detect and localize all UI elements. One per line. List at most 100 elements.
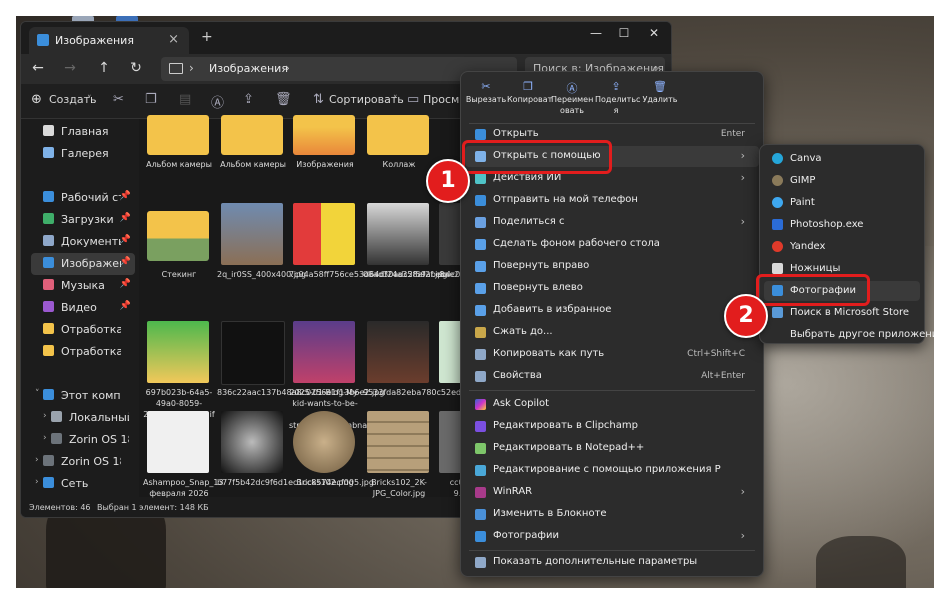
sidebar-item-zorin-drive[interactable]: › Zorin OS 18 Core [31, 451, 135, 473]
sidebar-item-home[interactable]: Главная [31, 121, 135, 143]
cut-icon[interactable]: ✂ [113, 92, 124, 107]
menu-item-send-to-phone[interactable]: Отправить на мой телефон [465, 190, 759, 211]
image-thumbnail [221, 411, 283, 473]
pin-icon[interactable]: 📌 [120, 235, 131, 245]
chevron-down-icon[interactable]: ˅ [35, 389, 40, 399]
image-thumbnail [293, 203, 355, 265]
menu-item-share-with[interactable]: Поделиться с › [465, 212, 759, 233]
pin-icon[interactable]: 📌 [120, 257, 131, 267]
copy-icon[interactable]: ❐ [145, 92, 157, 107]
submenu-item-store[interactable]: Поиск в Microsoft Store [764, 303, 920, 323]
submenu-item-photoshop[interactable]: Photoshop.exe [764, 215, 920, 235]
more-options-icon [475, 557, 486, 568]
chevron-right-icon[interactable]: › [43, 433, 47, 443]
menu-item-photos[interactable]: Фотографии › [465, 526, 759, 547]
submenu-item-gimp[interactable]: GIMP [764, 171, 920, 191]
chevron-right-icon[interactable]: › [43, 411, 47, 421]
drive-icon [51, 433, 62, 444]
up-arrow-icon[interactable]: ↑ [93, 60, 115, 76]
menu-item-show-more[interactable]: Показать дополнительные параметры [465, 552, 759, 573]
minimize-button[interactable]: — [583, 26, 609, 40]
pin-icon[interactable]: 📌 [120, 191, 131, 201]
sidebar-item-local-disk[interactable]: › Локальный диск [39, 407, 135, 429]
submenu-item-yandex[interactable]: Yandex [764, 237, 920, 257]
menu-item-rotate-right[interactable]: Повернуть вправо [465, 256, 759, 277]
menu-item-winrar[interactable]: WinRAR › [465, 482, 759, 503]
item-count: Элементов: 46 [29, 503, 91, 512]
share-button[interactable]: ⇪ Поделитьс я [595, 80, 640, 116]
copy-button[interactable]: ❐ Копироват [507, 80, 552, 105]
menu-item-label: Редактировать в Notepad++ [493, 442, 645, 453]
delete-icon[interactable]: 🗑 [275, 92, 292, 107]
file-name: Bricks102.png [296, 478, 354, 487]
rename-icon[interactable]: Ⓐ [211, 92, 224, 111]
chevron-right-icon[interactable]: › [189, 61, 194, 75]
menu-item-add-favorite[interactable]: Добавить в избранное [465, 300, 759, 321]
paste-icon[interactable]: ▤ [179, 92, 191, 107]
forward-arrow-icon[interactable]: → [59, 60, 81, 76]
close-window-button[interactable]: ✕ [641, 26, 667, 40]
menu-item-ask-copilot[interactable]: Ask Copilot [465, 394, 759, 415]
gimp-icon [772, 175, 783, 186]
chevron-right-icon[interactable]: › [35, 455, 39, 465]
sidebar-item-zorin-drive[interactable]: › Zorin OS 18 Core [39, 429, 135, 451]
open-with-submenu: Canva GIMP Paint Photoshop.exe Yandex Но… [759, 144, 934, 345]
pin-icon[interactable]: 📌 [120, 301, 131, 311]
new-tab-button[interactable]: + [201, 29, 213, 45]
menu-item-compress[interactable]: Сжать до...› [465, 322, 759, 343]
share-icon[interactable]: ⇪ [243, 92, 254, 107]
menu-item-notepadpp[interactable]: Редактировать в Notepad++ [465, 438, 759, 459]
folder-icon [147, 115, 209, 155]
chevron-right-icon[interactable]: › [285, 61, 290, 75]
photos-icon [475, 531, 486, 542]
pin-icon[interactable]: 📌 [120, 279, 131, 289]
sidebar-item-downloads[interactable]: Загрузки 📌 [31, 209, 135, 231]
menu-item-rotate-left[interactable]: Повернуть влево [465, 278, 759, 299]
image-thumbnail [293, 321, 355, 383]
image-thumbnail [367, 321, 429, 383]
menu-item-notepad[interactable]: Изменить в Блокноте [465, 504, 759, 525]
image-thumbnail [221, 321, 285, 385]
submenu-item-paint[interactable]: Paint [764, 193, 920, 213]
submenu-item-choose-other[interactable]: Выбрать другое приложение [764, 325, 934, 345]
delete-button[interactable]: 🗑 Удалить [639, 80, 681, 105]
breadcrumb[interactable]: Изображения [209, 62, 288, 75]
menu-item-clipchamp[interactable]: Редактировать в Clipchamp [465, 416, 759, 437]
menu-item-set-wallpaper[interactable]: Сделать фоном рабочего стола [465, 234, 759, 255]
image-thumbnail [367, 203, 429, 265]
chevron-right-icon[interactable]: › [35, 477, 39, 487]
pin-icon[interactable]: 📌 [120, 213, 131, 223]
sidebar-item-folder[interactable]: Отработка [31, 319, 135, 341]
computer-icon [43, 389, 54, 400]
chevron-down-icon[interactable]: ˅ [87, 95, 92, 105]
back-arrow-icon[interactable]: ← [27, 60, 49, 76]
sidebar-item-pictures[interactable]: Изображения📌 [31, 253, 135, 275]
menu-item-label: Редактирование с помощью приложения Р [493, 464, 721, 475]
sidebar-item-videos[interactable]: Видео 📌 [31, 297, 135, 319]
sidebar-item-this-pc[interactable]: ˅ Этот компьютер [31, 385, 135, 407]
sidebar-item-music[interactable]: Музыка 📌 [31, 275, 135, 297]
sidebar-item-desktop[interactable]: Рабочий стол📌 [31, 187, 135, 209]
file-name: Альбом камеры [220, 160, 286, 169]
menu-item-properties[interactable]: Свойства Alt+Enter [465, 366, 759, 387]
file-name: Коллаж [382, 160, 416, 169]
menu-item-edit-with-app[interactable]: Редактирование с помощью приложения Р [465, 460, 759, 481]
wallpaper-tree [816, 536, 906, 588]
clipchamp-icon [475, 421, 486, 432]
chevron-down-icon[interactable]: ˅ [393, 95, 398, 105]
menu-item-copy-path[interactable]: Копировать как путь Ctrl+Shift+C [465, 344, 759, 365]
menu-item-label: Поделиться с [493, 216, 565, 227]
maximize-button[interactable]: ☐ [611, 26, 637, 40]
sidebar-item-folder[interactable]: Отработка [31, 341, 135, 363]
submenu-item-canva[interactable]: Canva [764, 149, 920, 169]
submenu-item-label: Поиск в Microsoft Store [790, 307, 910, 318]
cut-button[interactable]: ✂ Вырезать [465, 80, 507, 105]
sidebar-item-network[interactable]: › Сеть [31, 473, 135, 495]
tab-images[interactable]: Изображения × [29, 27, 189, 54]
sidebar-item-documents[interactable]: Документы 📌 [31, 231, 135, 253]
wallpaper-icon [475, 239, 486, 250]
refresh-icon[interactable]: ↻ [125, 60, 147, 76]
close-tab-icon[interactable]: × [168, 32, 179, 47]
rename-button[interactable]: Ⓐ Переимен овать [551, 80, 593, 116]
sidebar-item-gallery[interactable]: Галерея [31, 143, 135, 165]
